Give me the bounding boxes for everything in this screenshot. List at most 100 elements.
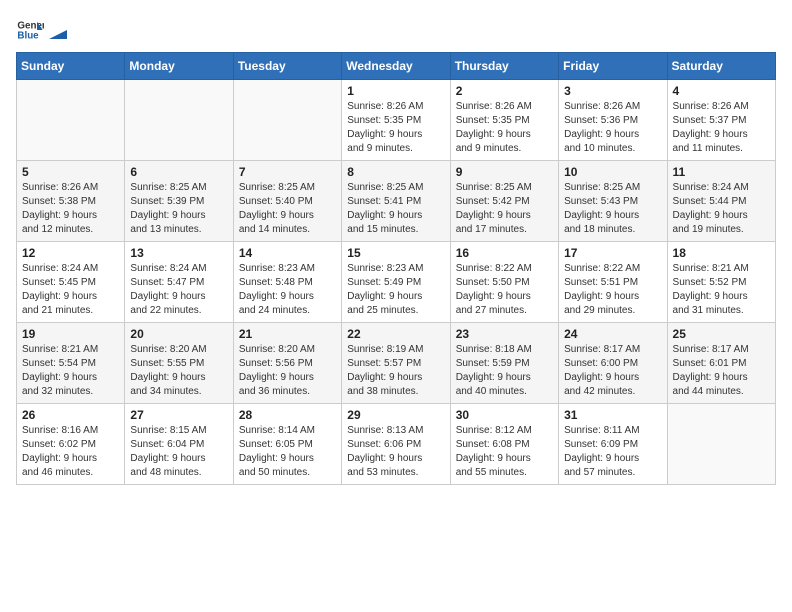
logo-icon: General Blue [16, 16, 44, 44]
calendar-cell: 10 Sunrise: 8:25 AM Sunset: 5:43 PM Dayli… [559, 161, 667, 242]
day-header-tuesday: Tuesday [233, 53, 341, 80]
calendar-cell: 11 Sunrise: 8:24 AM Sunset: 5:44 PM Dayli… [667, 161, 775, 242]
calendar-cell [233, 80, 341, 161]
cell-info: Sunrise: 8:17 AM Sunset: 6:01 PM Dayligh… [673, 343, 770, 399]
day-number: 26 [22, 408, 119, 422]
calendar-cell [125, 80, 233, 161]
calendar-cell: 27 Sunrise: 8:15 AM Sunset: 6:04 PM Dayli… [125, 404, 233, 485]
day-number: 25 [673, 327, 770, 341]
day-number: 9 [456, 165, 553, 179]
cell-info: Sunrise: 8:16 AM Sunset: 6:02 PM Dayligh… [22, 424, 119, 480]
calendar-cell: 20 Sunrise: 8:20 AM Sunset: 5:55 PM Dayli… [125, 323, 233, 404]
calendar-cell: 25 Sunrise: 8:17 AM Sunset: 6:01 PM Dayli… [667, 323, 775, 404]
header: General Blue [16, 16, 776, 44]
calendar-cell: 29 Sunrise: 8:13 AM Sunset: 6:06 PM Dayli… [342, 404, 450, 485]
day-number: 29 [347, 408, 444, 422]
day-number: 1 [347, 84, 444, 98]
day-number: 21 [239, 327, 336, 341]
cell-info: Sunrise: 8:23 AM Sunset: 5:49 PM Dayligh… [347, 262, 444, 318]
calendar-cell [17, 80, 125, 161]
logo-triangle-icon [49, 21, 67, 39]
cell-info: Sunrise: 8:26 AM Sunset: 5:37 PM Dayligh… [673, 100, 770, 156]
calendar-cell: 30Sunrise: 8:12 AM Sunset: 6:08 PM Dayli… [450, 404, 558, 485]
day-header-monday: Monday [125, 53, 233, 80]
cell-info: Sunrise: 8:18 AM Sunset: 5:59 PM Dayligh… [456, 343, 553, 399]
calendar-cell: 2 Sunrise: 8:26 AM Sunset: 5:35 PM Daylig… [450, 80, 558, 161]
calendar-cell: 1Sunrise: 8:26 AM Sunset: 5:35 PM Daylig… [342, 80, 450, 161]
day-number: 2 [456, 84, 553, 98]
day-number: 15 [347, 246, 444, 260]
calendar-week-row: 1 Sunrise: 8:26 AM Sunset: 5:35 PM Daylig… [17, 80, 776, 161]
calendar-week-row: 26 Sunrise: 8:16 AM Sunset: 6:02 PM Dayli… [17, 404, 776, 485]
cell-info: Sunrise: 8:15 AM Sunset: 6:04 PM Dayligh… [130, 424, 227, 480]
calendar-cell: 21 Sunrise: 8:20 AM Sunset: 5:56 PM Dayli… [233, 323, 341, 404]
calendar-cell: 26 Sunrise: 8:16 AM Sunset: 6:02 PM Dayli… [17, 404, 125, 485]
day-number: 23 [456, 327, 553, 341]
day-number: 19 [22, 327, 119, 341]
day-number: 6 [130, 165, 227, 179]
cell-info: Sunrise: 8:21 AM Sunset: 5:52 PM Dayligh… [673, 262, 770, 318]
day-number: 27 [130, 408, 227, 422]
cell-info: Sunrise: 8:25 AM Sunset: 5:40 PM Dayligh… [239, 181, 336, 237]
cell-info: Sunrise: 8:26 AM Sunset: 5:36 PM Dayligh… [564, 100, 661, 156]
day-number: 16 [456, 246, 553, 260]
day-number: 5 [22, 165, 119, 179]
day-number: 20 [130, 327, 227, 341]
day-header-saturday: Saturday [667, 53, 775, 80]
day-header-thursday: Thursday [450, 53, 558, 80]
calendar-cell: 15 Sunrise: 8:23 AM Sunset: 5:49 PM Dayli… [342, 242, 450, 323]
day-number: 17 [564, 246, 661, 260]
day-number: 10 [564, 165, 661, 179]
cell-info: Sunrise: 8:11 AM Sunset: 6:09 PM Dayligh… [564, 424, 661, 480]
day-number: 22 [347, 327, 444, 341]
calendar-cell: 28 Sunrise: 8:14 AM Sunset: 6:05 PM Dayli… [233, 404, 341, 485]
cell-info: Sunrise: 8:26 AM Sunset: 5:38 PM Dayligh… [22, 181, 119, 237]
day-header-friday: Friday [559, 53, 667, 80]
calendar-cell: 5 Sunrise: 8:26 AM Sunset: 5:38 PM Daylig… [17, 161, 125, 242]
calendar-cell: 3 Sunrise: 8:26 AM Sunset: 5:36 PM Daylig… [559, 80, 667, 161]
calendar-cell: 18 Sunrise: 8:21 AM Sunset: 5:52 PM Dayli… [667, 242, 775, 323]
calendar-cell: 22 Sunrise: 8:19 AM Sunset: 5:57 PM Dayli… [342, 323, 450, 404]
day-number: 24 [564, 327, 661, 341]
calendar-cell: 16 Sunrise: 8:22 AM Sunset: 5:50 PM Dayli… [450, 242, 558, 323]
cell-info: Sunrise: 8:19 AM Sunset: 5:57 PM Dayligh… [347, 343, 444, 399]
calendar-cell: 4Sunrise: 8:26 AM Sunset: 5:37 PM Daylig… [667, 80, 775, 161]
cell-info: Sunrise: 8:25 AM Sunset: 5:41 PM Dayligh… [347, 181, 444, 237]
calendar-cell [667, 404, 775, 485]
calendar-week-row: 19 Sunrise: 8:21 AM Sunset: 5:54 PM Dayli… [17, 323, 776, 404]
calendar-cell: 24 Sunrise: 8:17 AM Sunset: 6:00 PM Dayli… [559, 323, 667, 404]
calendar-cell: 9 Sunrise: 8:25 AM Sunset: 5:42 PM Daylig… [450, 161, 558, 242]
cell-info: Sunrise: 8:24 AM Sunset: 5:47 PM Dayligh… [130, 262, 227, 318]
day-number: 11 [673, 165, 770, 179]
calendar-cell: 12Sunrise: 8:24 AM Sunset: 5:45 PM Dayli… [17, 242, 125, 323]
cell-info: Sunrise: 8:17 AM Sunset: 6:00 PM Dayligh… [564, 343, 661, 399]
cell-info: Sunrise: 8:22 AM Sunset: 5:50 PM Dayligh… [456, 262, 553, 318]
calendar-cell: 6 Sunrise: 8:25 AM Sunset: 5:39 PM Daylig… [125, 161, 233, 242]
cell-info: Sunrise: 8:25 AM Sunset: 5:42 PM Dayligh… [456, 181, 553, 237]
calendar-week-row: 12Sunrise: 8:24 AM Sunset: 5:45 PM Dayli… [17, 242, 776, 323]
cell-info: Sunrise: 8:26 AM Sunset: 5:35 PM Dayligh… [456, 100, 553, 156]
cell-info: Sunrise: 8:22 AM Sunset: 5:51 PM Dayligh… [564, 262, 661, 318]
cell-info: Sunrise: 8:25 AM Sunset: 5:43 PM Dayligh… [564, 181, 661, 237]
logo: General Blue [16, 16, 68, 44]
cell-info: Sunrise: 8:23 AM Sunset: 5:48 PM Dayligh… [239, 262, 336, 318]
day-number: 28 [239, 408, 336, 422]
cell-info: Sunrise: 8:13 AM Sunset: 6:06 PM Dayligh… [347, 424, 444, 480]
day-number: 14 [239, 246, 336, 260]
day-number: 3 [564, 84, 661, 98]
svg-text:Blue: Blue [17, 30, 39, 41]
day-number: 18 [673, 246, 770, 260]
calendar-cell: 19 Sunrise: 8:21 AM Sunset: 5:54 PM Dayli… [17, 323, 125, 404]
day-number: 7 [239, 165, 336, 179]
cell-info: Sunrise: 8:25 AM Sunset: 5:39 PM Dayligh… [130, 181, 227, 237]
cell-info: Sunrise: 8:21 AM Sunset: 5:54 PM Dayligh… [22, 343, 119, 399]
cell-info: Sunrise: 8:20 AM Sunset: 5:56 PM Dayligh… [239, 343, 336, 399]
cell-info: Sunrise: 8:12 AM Sunset: 6:08 PM Dayligh… [456, 424, 553, 480]
cell-info: Sunrise: 8:20 AM Sunset: 5:55 PM Dayligh… [130, 343, 227, 399]
cell-info: Sunrise: 8:14 AM Sunset: 6:05 PM Dayligh… [239, 424, 336, 480]
day-header-sunday: Sunday [17, 53, 125, 80]
calendar-cell: 31Sunrise: 8:11 AM Sunset: 6:09 PM Dayli… [559, 404, 667, 485]
cell-info: Sunrise: 8:24 AM Sunset: 5:44 PM Dayligh… [673, 181, 770, 237]
day-number: 13 [130, 246, 227, 260]
calendar-cell: 8Sunrise: 8:25 AM Sunset: 5:41 PM Daylig… [342, 161, 450, 242]
